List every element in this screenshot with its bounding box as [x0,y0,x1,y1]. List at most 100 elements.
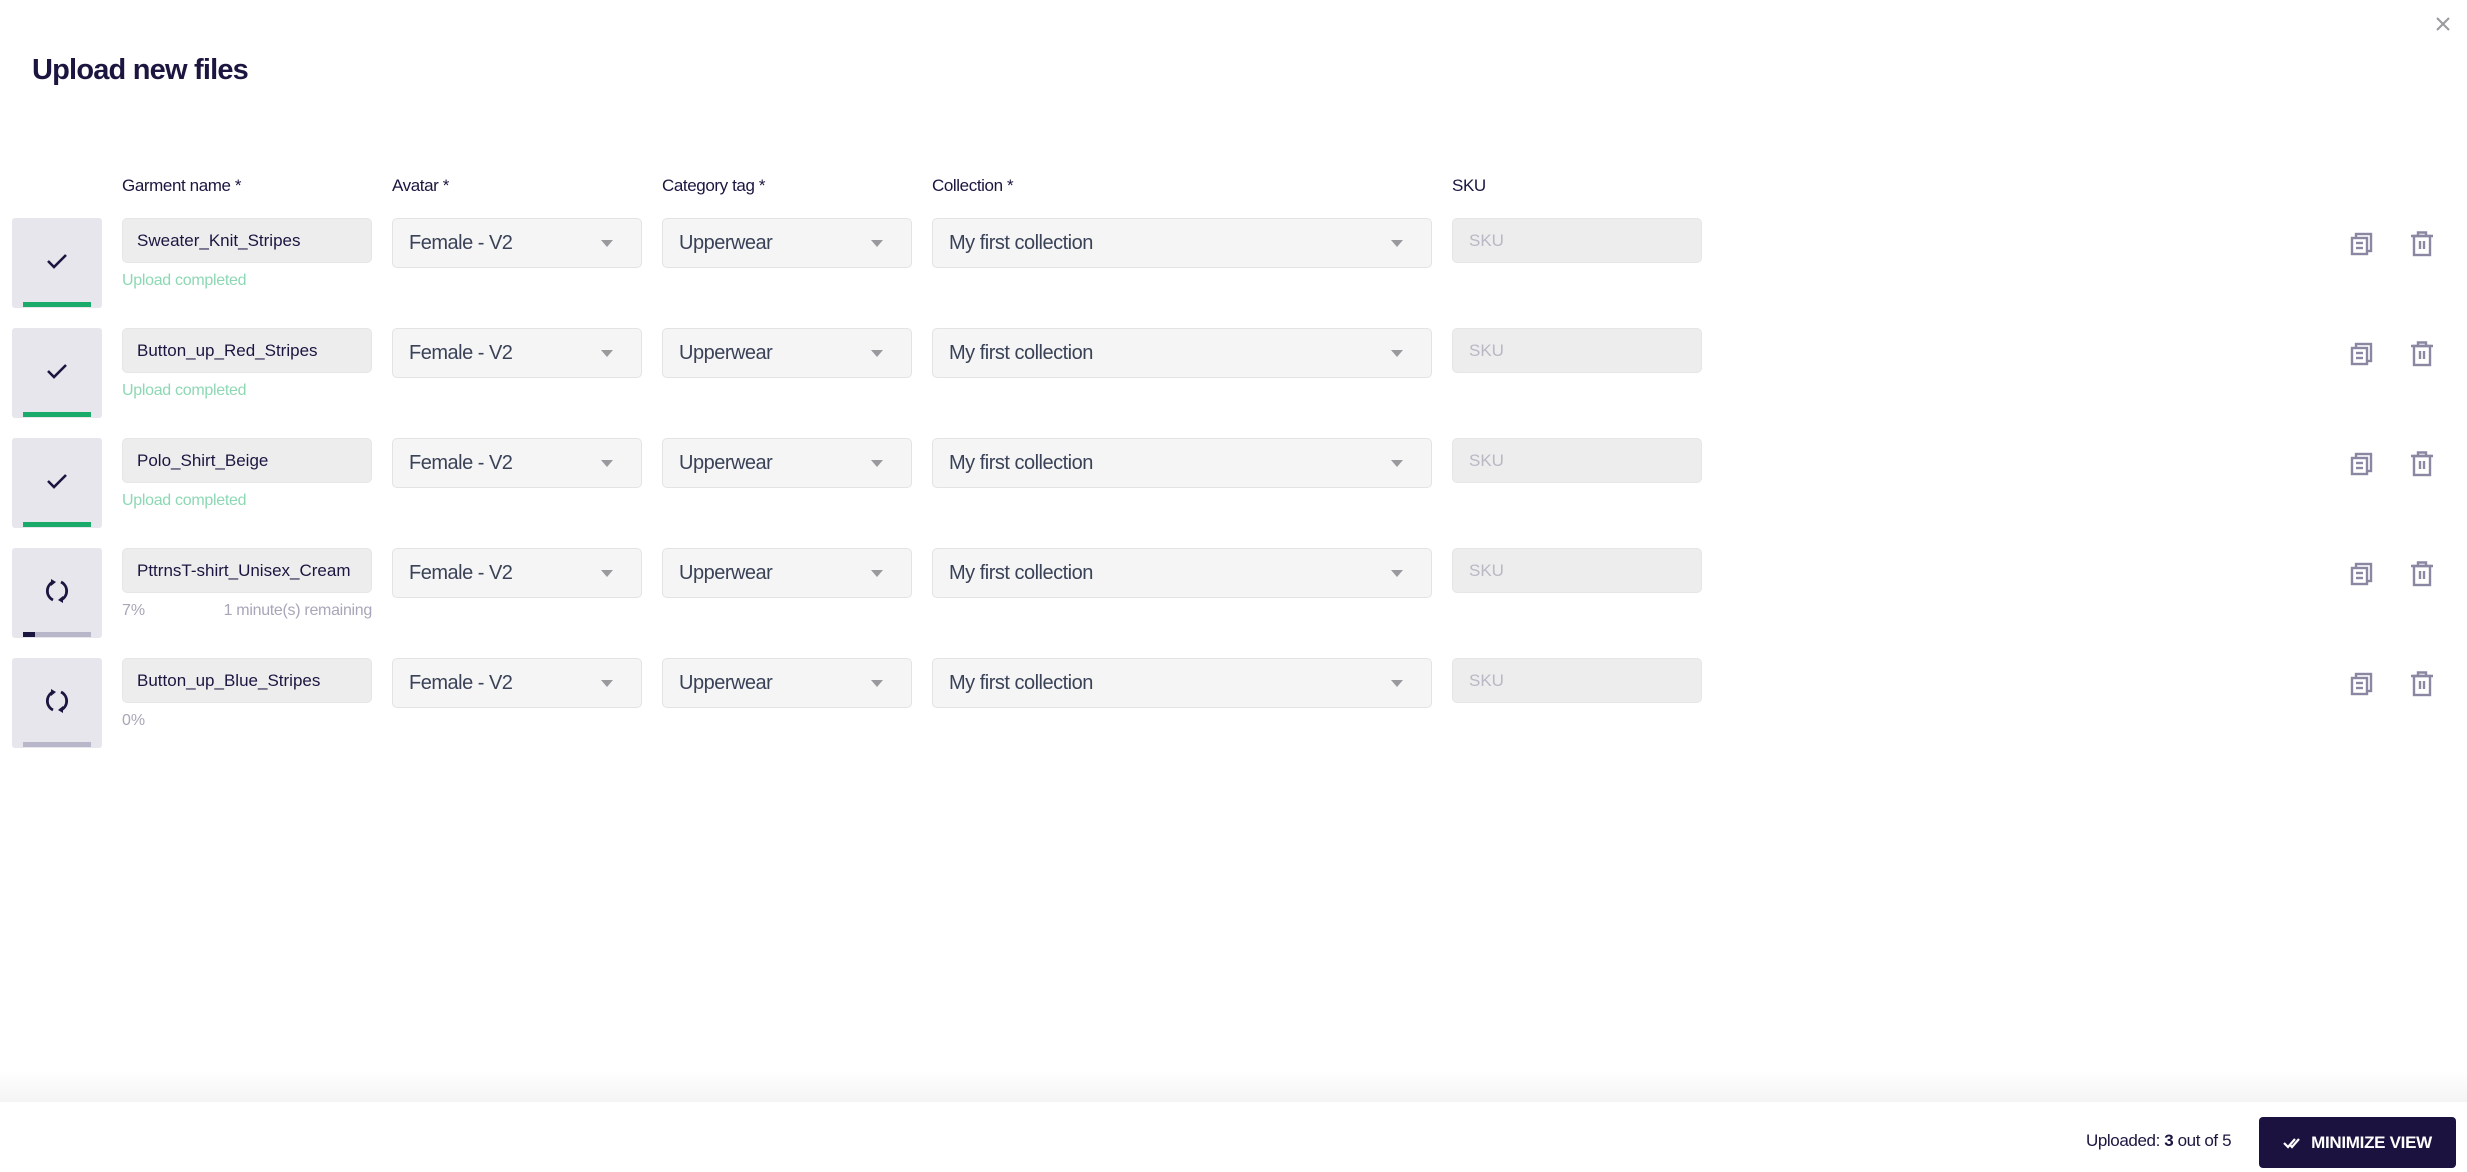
delete-button[interactable] [2408,340,2436,368]
file-thumbnail [12,218,102,308]
trash-icon [2410,231,2434,257]
collection-select[interactable]: My first collection [932,438,1432,488]
avatar-select[interactable]: Female - V2 [392,548,642,598]
garment-name-input[interactable] [122,548,372,593]
sku-input[interactable] [1452,218,1702,263]
upload-percent: 0% [122,712,146,729]
upload-complete-indicator [43,467,71,495]
close-icon [2436,17,2450,31]
category-tag-select[interactable]: Upperwear [662,658,912,708]
chevron-down-icon [871,240,883,247]
dialog-title: Upload new files [32,54,249,86]
upload-row: Upload completed Female - V2 Upperwear M… [0,328,2467,420]
upload-progress-bar [23,302,91,307]
category-tag-value: Upperwear [679,562,773,584]
copy-icon [2350,342,2374,366]
duplicate-button[interactable] [2348,340,2376,368]
avatar-select[interactable]: Female - V2 [392,438,642,488]
collection-select[interactable]: My first collection [932,658,1432,708]
total-label: out of 5 [2177,1131,2232,1150]
copy-icon [2350,562,2374,586]
chevron-down-icon [601,680,613,687]
sync-icon [46,689,68,713]
upload-row: Upload completed Female - V2 Upperwear M… [0,438,2467,530]
duplicate-button[interactable] [2348,670,2376,698]
collection-value: My first collection [949,342,1093,364]
upload-progress-bar [23,632,91,637]
file-thumbnail [12,658,102,748]
trash-icon [2410,451,2434,477]
category-tag-select[interactable]: Upperwear [662,328,912,378]
avatar-value: Female - V2 [409,232,513,254]
check-icon [47,474,67,489]
category-tag-select[interactable]: Upperwear [662,218,912,268]
upload-status: Upload completed [122,382,247,399]
minimize-view-button[interactable]: MINIMIZE VIEW [2259,1117,2456,1168]
file-thumbnail [12,328,102,418]
sku-input[interactable] [1452,548,1702,593]
delete-button[interactable] [2408,560,2436,588]
chevron-down-icon [1391,350,1403,357]
sku-input[interactable] [1452,438,1702,483]
upload-status: Upload completed [122,272,247,289]
column-header-garment-name: Garment name * [122,176,242,195]
upload-progress-fill [23,632,35,637]
sync-icon [46,579,68,603]
uploaded-label: Uploaded: [2086,1131,2160,1150]
avatar-select[interactable]: Female - V2 [392,328,642,378]
footer: Uploaded: 3 out of 5 MINIMIZE VIEW [0,1102,2467,1172]
delete-button[interactable] [2408,230,2436,258]
avatar-value: Female - V2 [409,342,513,364]
avatar-value: Female - V2 [409,672,513,694]
chevron-down-icon [1391,570,1403,577]
delete-button[interactable] [2408,450,2436,478]
upload-row: 0% Female - V2 Upperwear My first collec… [0,658,2467,750]
column-header-category-tag: Category tag * [662,176,766,195]
chevron-down-icon [871,350,883,357]
trash-icon [2410,341,2434,367]
chevron-down-icon [1391,680,1403,687]
chevron-down-icon [871,460,883,467]
collection-select[interactable]: My first collection [932,328,1432,378]
upload-progress-bar [23,412,91,417]
garment-name-input[interactable] [122,658,372,703]
upload-count: Uploaded: 3 out of 5 [2086,1131,2232,1151]
sku-input[interactable] [1452,328,1702,373]
duplicate-button[interactable] [2348,560,2376,588]
chevron-down-icon [601,460,613,467]
copy-icon [2350,232,2374,256]
avatar-select[interactable]: Female - V2 [392,658,642,708]
check-icon [47,254,67,269]
avatar-value: Female - V2 [409,562,513,584]
upload-row: 7%1 minute(s) remaining Female - V2 Uppe… [0,548,2467,640]
category-tag-value: Upperwear [679,232,773,254]
file-thumbnail [12,548,102,638]
chevron-down-icon [871,680,883,687]
collection-select[interactable]: My first collection [932,218,1432,268]
collection-select[interactable]: My first collection [932,548,1432,598]
upload-status: Upload completed [122,492,247,509]
duplicate-button[interactable] [2348,450,2376,478]
chevron-down-icon [871,570,883,577]
garment-name-input[interactable] [122,438,372,483]
column-header-avatar: Avatar * [392,176,449,195]
delete-button[interactable] [2408,670,2436,698]
duplicate-button[interactable] [2348,230,2376,258]
category-tag-select[interactable]: Upperwear [662,438,912,488]
copy-icon [2350,672,2374,696]
category-tag-select[interactable]: Upperwear [662,548,912,598]
collection-value: My first collection [949,232,1093,254]
column-header-sku: SKU [1452,176,1486,195]
sku-input[interactable] [1452,658,1702,703]
garment-name-input[interactable] [122,218,372,263]
avatar-select[interactable]: Female - V2 [392,218,642,268]
upload-row: Upload completed Female - V2 Upperwear M… [0,218,2467,310]
trash-icon [2410,561,2434,587]
close-button[interactable] [2433,14,2453,34]
chevron-down-icon [601,350,613,357]
garment-name-input[interactable] [122,328,372,373]
check-icon [47,364,67,379]
category-tag-value: Upperwear [679,452,773,474]
footer-divider [0,1070,2467,1102]
column-header-collection: Collection * [932,176,1014,195]
